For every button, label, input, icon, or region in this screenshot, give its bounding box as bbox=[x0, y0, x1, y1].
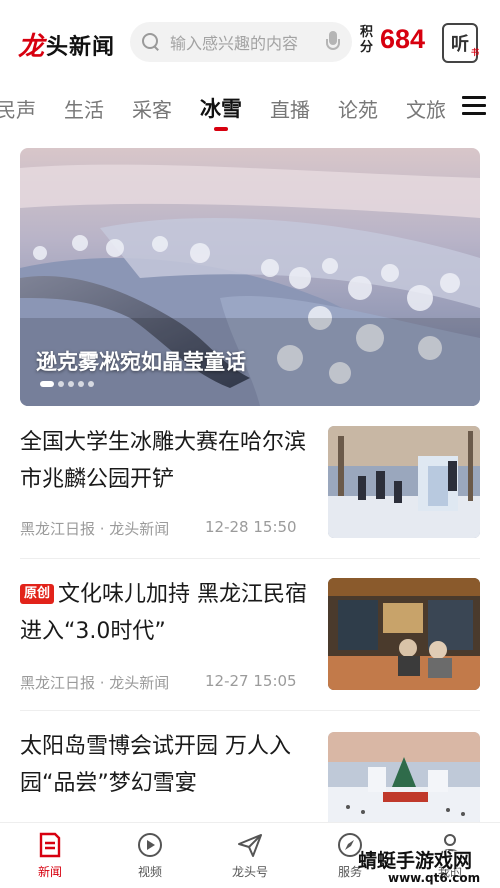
tab-lunyuan[interactable]: 论苑 bbox=[338, 94, 378, 123]
carousel-dot bbox=[68, 381, 74, 387]
nav-news[interactable]: 新闻 bbox=[0, 823, 100, 888]
divider bbox=[20, 558, 480, 559]
search-bar[interactable]: 输入感兴趣的内容 bbox=[130, 22, 352, 62]
news-item[interactable]: 原创 文化味儿加持 黑龙江民宿进入“3.0时代” 黑龙江日报 · 龙头新闻 12-… bbox=[20, 576, 480, 694]
news-thumbnail bbox=[328, 426, 480, 538]
tab-bingxue[interactable]: 冰雪 bbox=[200, 93, 242, 123]
news-icon bbox=[39, 832, 61, 858]
news-app-screen: 龙 头新闻 输入感兴趣的内容 积分 684 听 书 民声 生活 采客 冰雪 直播… bbox=[0, 0, 500, 888]
nav-longtouhao[interactable]: 龙头号 bbox=[200, 823, 300, 888]
tab-zhibo[interactable]: 直播 bbox=[270, 94, 310, 123]
watermark-main: 蜻蜓手游戏网 bbox=[358, 850, 473, 872]
search-placeholder: 输入感兴趣的内容 bbox=[170, 34, 299, 53]
tab-minsheng[interactable]: 民声 bbox=[0, 94, 36, 123]
listen-button[interactable]: 听 书 bbox=[442, 23, 479, 63]
news-item[interactable]: 太阳岛雪博会试开园 万人入园“品尝”梦幻雪宴 bbox=[20, 728, 480, 826]
logo-text: 头新闻 bbox=[46, 34, 116, 60]
listen-sub-label: 书 bbox=[471, 48, 479, 57]
news-title: 太阳岛雪博会试开园 万人入园“品尝”梦幻雪宴 bbox=[20, 734, 291, 796]
search-icon bbox=[142, 33, 160, 51]
news-title: 原创 文化味儿加持 黑龙江民宿进入“3.0时代” bbox=[20, 576, 316, 650]
app-logo: 龙 头新闻 bbox=[18, 26, 115, 63]
original-badge: 原创 bbox=[20, 584, 55, 604]
news-item[interactable]: 全国大学生冰雕大赛在哈尔滨市兆麟公园开铲 黑龙江日报 · 龙头新闻 12-28 … bbox=[20, 424, 480, 542]
top-header: 龙 头新闻 输入感兴趣的内容 积分 684 听 书 bbox=[0, 0, 500, 84]
divider bbox=[20, 710, 480, 711]
carousel-dot-active bbox=[40, 381, 54, 387]
tab-wenlv[interactable]: 文旅 bbox=[406, 94, 446, 123]
tab-caike[interactable]: 采客 bbox=[132, 94, 172, 123]
news-time: 12-27 15:05 bbox=[205, 672, 297, 690]
send-icon bbox=[238, 834, 262, 857]
logo-mark: 龙 bbox=[18, 32, 45, 62]
news-thumbnail bbox=[328, 578, 480, 690]
carousel-dot bbox=[78, 381, 84, 387]
nav-video[interactable]: 视频 bbox=[100, 823, 200, 888]
hero-banner[interactable]: 逊克雾凇宛如晶莹童话 bbox=[20, 148, 480, 406]
nav-label: 龙头号 bbox=[231, 865, 268, 879]
news-source: 黑龙江日报 · 龙头新闻 bbox=[20, 520, 170, 538]
news-thumbnail bbox=[328, 732, 480, 826]
nav-label: 新闻 bbox=[37, 865, 62, 879]
microphone-icon[interactable] bbox=[326, 31, 340, 53]
news-source: 黑龙江日报 · 龙头新闻 bbox=[20, 674, 170, 692]
carousel-dot bbox=[88, 381, 94, 387]
nav-label: 视频 bbox=[137, 865, 162, 879]
menu-icon[interactable] bbox=[462, 96, 486, 116]
video-icon bbox=[138, 833, 162, 857]
points-value: 684 bbox=[380, 24, 426, 54]
listen-label: 听 bbox=[451, 34, 469, 55]
tab-shenghuo[interactable]: 生活 bbox=[64, 94, 104, 123]
points-display[interactable]: 积分 684 bbox=[360, 24, 425, 55]
carousel-dot bbox=[58, 381, 64, 387]
hero-title: 逊克雾凇宛如晶莹童话 bbox=[36, 350, 246, 374]
watermark-url: www.qt6.com bbox=[388, 871, 481, 885]
carousel-indicator bbox=[40, 381, 98, 387]
news-time: 12-28 15:50 bbox=[205, 518, 297, 536]
news-title: 全国大学生冰雕大赛在哈尔滨市兆麟公园开铲 bbox=[20, 430, 307, 492]
channel-tabs: 民声 生活 采客 冰雪 直播 论苑 文旅 bbox=[0, 88, 474, 128]
watermark: 蜻蜓手游戏网 www.qt6.com bbox=[358, 846, 498, 888]
news-title-text: 文化味儿加持 黑龙江民宿进入“3.0时代” bbox=[20, 582, 308, 644]
points-label: 积分 bbox=[360, 24, 374, 55]
